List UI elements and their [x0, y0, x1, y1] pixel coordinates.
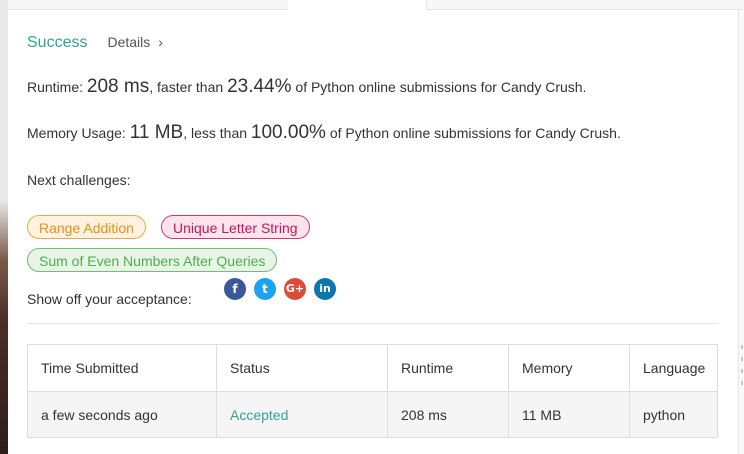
cell-runtime: 208 ms	[387, 391, 509, 438]
scrollbar-track[interactable]	[739, 10, 744, 454]
memory-mid: , less than	[183, 125, 251, 141]
runtime-summary: Runtime: 208 ms, faster than 23.44% of P…	[27, 76, 586, 98]
desktop-background-edge	[0, 0, 8, 454]
column-header-time-submitted[interactable]: Time Submitted	[27, 344, 217, 392]
tab-submissions-active[interactable]	[288, 0, 426, 10]
challenge-tag-unique-letter-string[interactable]: Unique Letter String	[161, 215, 310, 239]
runtime-prefix: Runtime:	[27, 79, 87, 95]
tab-previous[interactable]	[8, 0, 289, 10]
table-row: a few seconds ago Accepted 208 ms 11 MB …	[27, 391, 718, 438]
tab-strip	[8, 0, 744, 10]
result-header: Success Details ›	[27, 34, 163, 54]
google-plus-icon[interactable]: G+	[284, 278, 306, 300]
cell-status-accepted-link[interactable]: Accepted	[216, 391, 388, 438]
linkedin-icon[interactable]: in	[314, 278, 336, 300]
next-challenges-label: Next challenges:	[27, 172, 131, 188]
cell-language: python	[629, 391, 718, 438]
challenge-tag-sum-of-even-numbers[interactable]: Sum of Even Numbers After Queries	[27, 248, 278, 272]
runtime-mid: , faster than	[149, 79, 228, 95]
facebook-icon[interactable]: f	[224, 278, 246, 300]
column-header-status[interactable]: Status	[216, 344, 388, 392]
cell-time-submitted: a few seconds ago	[27, 391, 217, 438]
runtime-suffix: of Python online submissions for Candy C…	[291, 79, 587, 95]
table-header-row: Time Submitted Status Runtime Memory Lan…	[27, 344, 718, 392]
tab-next[interactable]	[426, 0, 744, 10]
memory-summary: Memory Usage: 11 MB, less than 100.00% o…	[27, 122, 621, 144]
chevron-right-icon: ›	[158, 34, 163, 50]
scroll-indicator	[741, 381, 743, 385]
status-success: Success	[27, 34, 88, 51]
memory-value: 11 MB	[129, 122, 184, 143]
challenge-tag-range-addition[interactable]: Range Addition	[27, 215, 146, 239]
memory-percent: 100.00%	[250, 122, 326, 143]
column-header-runtime[interactable]: Runtime	[387, 344, 509, 392]
divider	[27, 323, 719, 324]
runtime-value: 208 ms	[86, 76, 150, 97]
share-label: Show off your acceptance:	[27, 291, 192, 307]
scroll-indicator	[741, 345, 743, 349]
scroll-indicator	[741, 369, 743, 373]
details-label: Details	[107, 34, 151, 50]
twitter-icon[interactable]: t	[254, 278, 276, 300]
column-header-memory[interactable]: Memory	[508, 344, 630, 392]
submission-result-panel: Success Details › Runtime: 208 ms, faster…	[8, 10, 739, 454]
details-link[interactable]: Details ›	[107, 34, 162, 50]
memory-suffix: of Python online submissions for Candy C…	[325, 125, 621, 141]
column-header-language[interactable]: Language	[629, 344, 718, 392]
scroll-indicator	[741, 357, 743, 361]
memory-prefix: Memory Usage:	[27, 125, 130, 141]
cell-memory: 11 MB	[508, 391, 630, 438]
runtime-percent: 23.44%	[227, 76, 292, 97]
submissions-table: Time Submitted Status Runtime Memory Lan…	[27, 344, 718, 438]
